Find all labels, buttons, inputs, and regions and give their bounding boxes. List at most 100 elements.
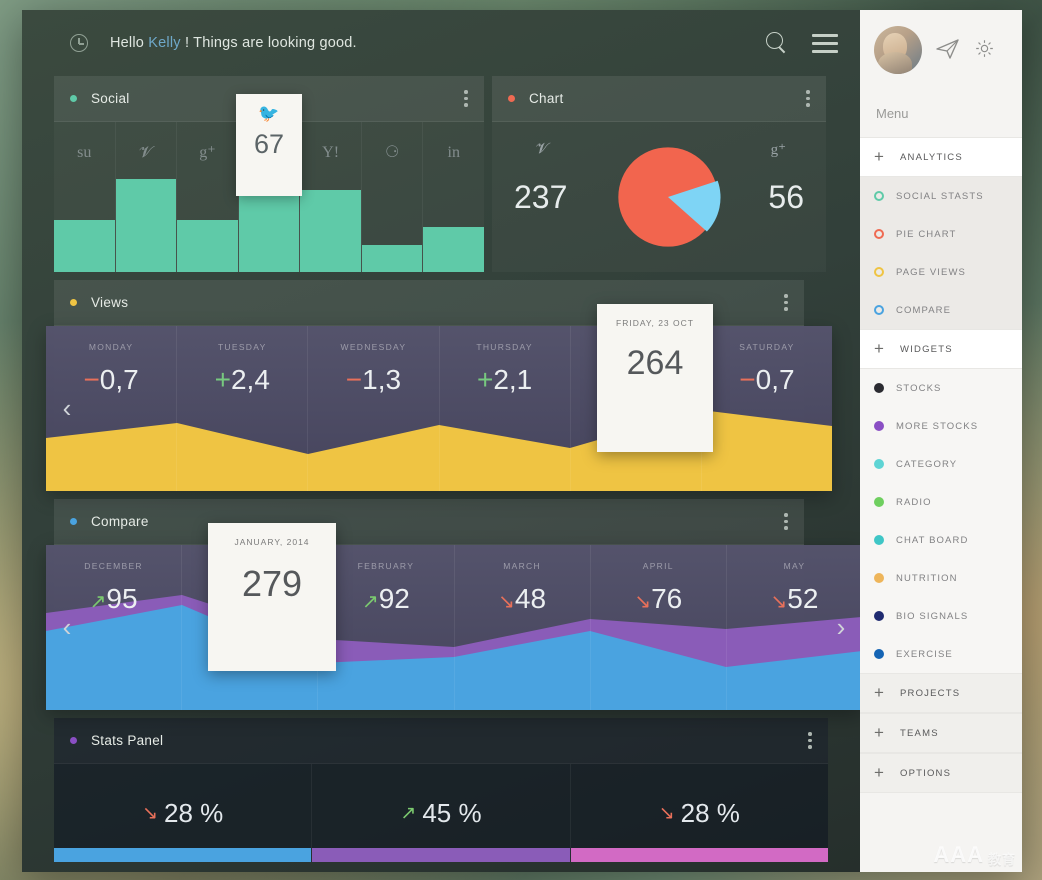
stats-bar	[312, 848, 570, 862]
bullet-dot-icon	[874, 573, 884, 583]
stats-bar	[570, 848, 828, 862]
social-bar-chart: su 𝓥 g⁺ 🐦 67 Y! ⚆ in	[54, 94, 485, 272]
main-content: Hello Kelly ! Things are looking good. S…	[22, 10, 860, 872]
compare-col-value: ↘48	[498, 583, 547, 614]
sidebar-item-nutrition[interactable]: NUTRITION	[860, 559, 1022, 597]
social-bar	[177, 219, 238, 272]
views-col-value: +2,1	[476, 364, 533, 395]
bullet-dot-icon	[874, 611, 884, 621]
views-col-saturday[interactable]: SATURDAY −0,7	[702, 326, 832, 491]
compare-col-label: APRIL	[642, 561, 674, 571]
row-stats: Stats Panel ↘ 28 % ↗ 45 % ↘ 28 %	[22, 718, 860, 862]
bullet-dot-icon	[874, 459, 884, 469]
views-col-label: WEDNESDAY	[340, 342, 407, 352]
social-column-vimeo[interactable]: 𝓥	[115, 122, 178, 272]
social-column-twitter[interactable]: 🐦 67	[236, 94, 303, 272]
views-col-label: SATURDAY	[739, 342, 795, 352]
more-options-icon[interactable]	[808, 732, 812, 749]
hamburger-icon[interactable]	[812, 33, 838, 53]
compare-tooltip-label: JANUARY, 2014	[234, 537, 310, 547]
sidebar-item-category[interactable]: CATEGORY	[860, 445, 1022, 483]
views-col-value: −0,7	[739, 364, 795, 395]
sidebar-item-more-stocks[interactable]: MORE STOCKS	[860, 407, 1022, 445]
compare-col-april[interactable]: APRIL ↘76	[591, 545, 727, 710]
views-tooltip: FRIDAY, 23 OCT 264	[597, 304, 713, 452]
pie-chart-area: 𝓥 g⁺ 237 56	[492, 122, 826, 272]
sidebar-item-label: EXERCISE	[896, 648, 953, 660]
sidebar-header	[860, 10, 1022, 106]
pie-chart	[614, 143, 722, 251]
dribbble-icon: ⚆	[385, 144, 400, 161]
sidebar-item-radio[interactable]: RADIO	[860, 483, 1022, 521]
sidebar-item-chat-board[interactable]: CHAT BOARD	[860, 521, 1022, 559]
card-compare: Compare DECEMBER ↗95 FEBRUARY ↗92 MARCH …	[46, 499, 860, 710]
sidebar-item-bio-signals[interactable]: BIO SIGNALS	[860, 597, 1022, 635]
social-tooltip: 🐦 67	[236, 94, 303, 196]
compare-prev-arrow[interactable]: ‹	[46, 545, 88, 710]
sidebar-item-page-views[interactable]: PAGE VIEWS	[860, 253, 1022, 291]
status-dot	[508, 95, 515, 102]
card-compare-title: Compare	[91, 514, 149, 529]
stats-col-value: 28 %	[680, 797, 740, 828]
vimeo-icon: 𝓥	[536, 141, 549, 157]
social-bar	[300, 189, 361, 272]
sidebar-item-label: STOCKS	[896, 382, 942, 394]
stats-col-value: 28 %	[163, 797, 224, 828]
trend-down-icon: ↘	[658, 802, 675, 824]
search-icon[interactable]	[766, 32, 788, 54]
greeting-suffix: ! Things are looking good.	[180, 35, 357, 51]
sidebar-item-label: BIO SIGNALS	[896, 610, 969, 622]
sidebar-item-pie-chart[interactable]: PIE CHART	[860, 215, 1022, 253]
sidebar-item-label: RADIO	[896, 496, 932, 508]
sidebar-section-projects[interactable]: + PROJECTS	[860, 673, 1022, 713]
compare-next-arrow[interactable]: ›	[820, 545, 860, 710]
sidebar-group-analytics: SOCIAL STASTS PIE CHART PAGE VIEWS COMPA…	[860, 177, 1022, 329]
greeting-user-name: Kelly	[148, 35, 181, 51]
social-column-linkedin[interactable]: in	[423, 122, 485, 272]
social-column-stumbleupon[interactable]: su	[54, 122, 116, 272]
views-col-tuesday[interactable]: TUESDAY +2,4	[177, 326, 309, 491]
views-col-wednesday[interactable]: WEDNESDAY −1,3	[308, 326, 440, 491]
stats-col-3[interactable]: ↘ 28 %	[570, 764, 828, 862]
sidebar-section-analytics[interactable]: + ANALYTICS	[860, 137, 1022, 177]
gear-icon[interactable]	[974, 38, 995, 59]
watermark-cn: 教育	[987, 853, 1016, 868]
plus-icon: +	[874, 763, 884, 782]
sidebar-item-label: NUTRITION	[896, 572, 958, 584]
views-col-thursday[interactable]: THURSDAY +2,1	[440, 326, 571, 491]
google-plus-icon: g⁺	[770, 142, 786, 158]
stats-col-2[interactable]: ↗ 45 %	[312, 764, 571, 862]
compare-tooltip-value: 279	[241, 563, 303, 604]
sidebar-section-teams[interactable]: + TEAMS	[860, 713, 1022, 753]
views-prev-arrow[interactable]: ‹	[46, 326, 88, 491]
sidebar-item-compare[interactable]: COMPARE	[860, 291, 1022, 329]
compare-col-february[interactable]: FEBRUARY ↗92	[318, 545, 455, 710]
social-column-googleplus[interactable]: g⁺	[177, 122, 239, 272]
more-options-icon[interactable]	[806, 90, 810, 107]
social-column-dribbble[interactable]: ⚆	[361, 122, 424, 272]
sidebar-item-stocks[interactable]: STOCKS	[860, 369, 1022, 407]
sidebar: Menu + ANALYTICS SOCIAL STASTS PIE CHART…	[860, 10, 1022, 872]
sidebar-section-label: WIDGETS	[900, 343, 953, 355]
card-stats-header: Stats Panel	[54, 718, 828, 764]
more-options-icon[interactable]	[784, 294, 788, 311]
more-options-icon[interactable]	[784, 513, 788, 530]
card-stats-panel: Stats Panel ↘ 28 % ↗ 45 % ↘ 28 %	[54, 718, 828, 862]
clock-icon	[70, 34, 88, 52]
paper-plane-icon[interactable]	[936, 38, 960, 60]
compare-col-march[interactable]: MARCH ↘48	[455, 545, 591, 710]
user-avatar[interactable]	[874, 26, 922, 74]
bullet-dot-icon	[874, 535, 884, 545]
sidebar-section-widgets[interactable]: + WIDGETS	[860, 329, 1022, 369]
more-options-icon[interactable]	[464, 90, 468, 107]
stats-columns: ↘ 28 % ↗ 45 % ↘ 28 %	[54, 764, 828, 862]
stats-col-1[interactable]: ↘ 28 %	[54, 764, 313, 862]
sidebar-item-social-stasts[interactable]: SOCIAL STASTS	[860, 177, 1022, 215]
compare-col-value: ↗92	[361, 583, 410, 614]
sidebar-item-exercise[interactable]: EXERCISE	[860, 635, 1022, 673]
watermark-text: AAA	[933, 842, 984, 867]
sidebar-section-options[interactable]: + OPTIONS	[860, 753, 1022, 793]
sidebar-item-label: CHAT BOARD	[896, 534, 969, 546]
greeting-prefix: Hello	[110, 35, 149, 51]
social-column-yahoo[interactable]: Y!	[300, 122, 362, 272]
